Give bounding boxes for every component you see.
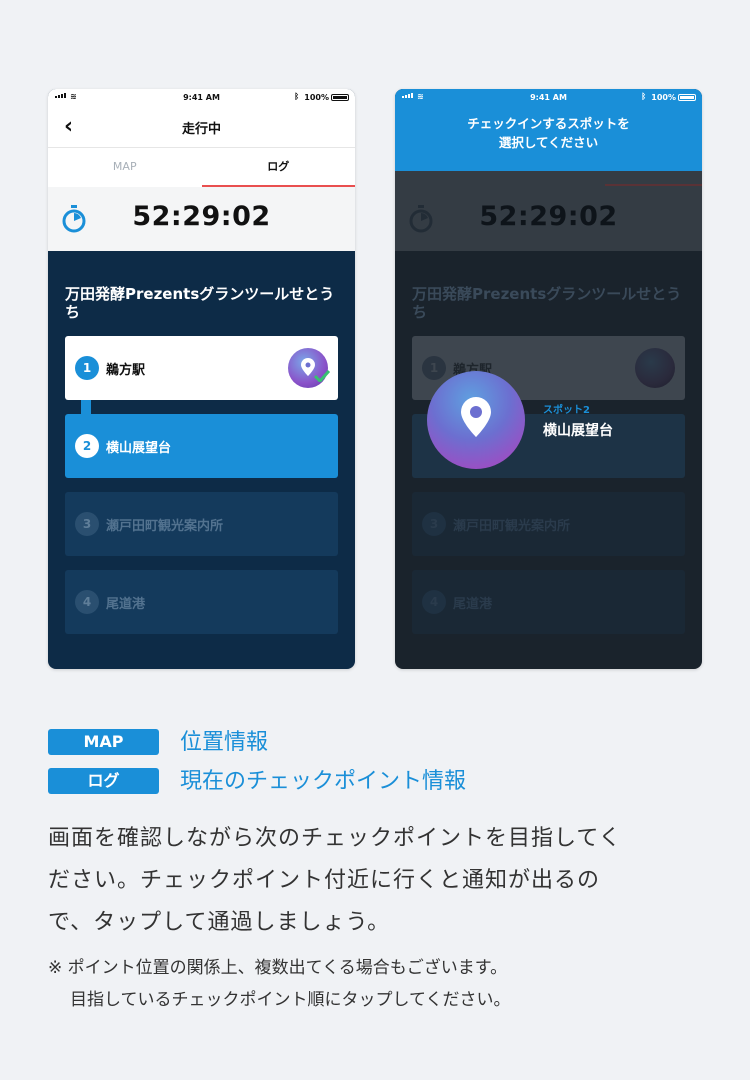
- spot-number: 4: [75, 590, 99, 614]
- elapsed-timer: 52:29:02: [479, 201, 618, 232]
- map-pin-icon: [461, 397, 491, 437]
- status-bar: ≋ 9:41 AM ᛒ 100%: [48, 89, 355, 106]
- spot-number: 2: [75, 434, 99, 458]
- spot-number: 3: [75, 512, 99, 536]
- spot-name: 鵜方駅: [106, 363, 146, 378]
- header: ‹ 走行中: [48, 106, 355, 147]
- dimmed-timer-row: 52:29:02: [395, 171, 702, 251]
- course-title: 万田発酵Prezentsグランツールせとうち: [65, 285, 335, 321]
- battery-percent: 100%: [651, 93, 676, 102]
- tab-log[interactable]: ログ: [201, 148, 355, 187]
- checkin-spot-button[interactable]: [427, 371, 525, 469]
- battery-icon: [331, 94, 349, 101]
- status-bar: ≋ 9:41 AM ᛒ 100%: [395, 89, 702, 106]
- tab-map[interactable]: MAP: [48, 148, 202, 187]
- spot-name: 瀬戸田町観光案内所: [106, 519, 224, 534]
- popup-spot-name: 横山展望台: [543, 423, 613, 439]
- spot-item-3: 3 瀬戸田町観光案内所: [412, 492, 685, 556]
- legend-description: 位置情報: [180, 730, 269, 755]
- phone-screen-log: ≋ 9:41 AM ᛒ 100% ‹ 走行中 MAP ログ 52:29:02 万…: [48, 89, 355, 669]
- spot-item-3[interactable]: 3 瀬戸田町観光案内所: [65, 492, 338, 556]
- instruction-text: 画面を確認しながら次のチェックポイントを目指してく ださい。チェックポイント付近…: [48, 826, 622, 935]
- spot-number: 4: [422, 590, 446, 614]
- legend-tag: ログ: [48, 768, 159, 794]
- spot-item-2[interactable]: 2 横山展望台: [65, 414, 338, 478]
- spot-number: 1: [75, 356, 99, 380]
- checkin-banner: ≋ 9:41 AM ᛒ 100% チェックインするスポットを 選択してください: [395, 89, 702, 171]
- checkmark-icon: [314, 370, 330, 382]
- tab-bar: MAP ログ: [48, 147, 355, 187]
- bluetooth-icon: ᛒ: [294, 92, 299, 101]
- page-title: 走行中: [181, 122, 221, 137]
- spot-name: 尾道港: [106, 597, 146, 612]
- spot-number: 1: [422, 356, 446, 380]
- checkin-message: チェックインするスポットを 選択してください: [467, 116, 630, 150]
- map-pin-icon: [301, 358, 315, 376]
- phone-screen-checkin: ≋ 9:41 AM ᛒ 100% チェックインするスポットを 選択してください …: [395, 89, 702, 669]
- course-title: 万田発酵Prezentsグランツールせとうち: [412, 285, 682, 321]
- bluetooth-icon: ᛒ: [641, 92, 646, 101]
- legend-description: 現在のチェックポイント情報: [180, 769, 467, 794]
- timer-row: 52:29:02: [48, 187, 355, 251]
- spot-item-4: 4 尾道港: [412, 570, 685, 634]
- spot-name: 尾道港: [453, 597, 493, 612]
- spot-name: 瀬戸田町観光案内所: [453, 519, 571, 534]
- tab-underline: [605, 184, 702, 186]
- spot-item-1[interactable]: 1 鵜方駅: [65, 336, 338, 400]
- battery-percent: 100%: [304, 93, 329, 102]
- spot-thumbnail: [635, 348, 675, 388]
- spot-number: 3: [422, 512, 446, 536]
- footnote: ※ ポイント位置の関係上、複数出てくる場合もございます。 目指しているチェックポ…: [48, 958, 511, 1010]
- popup-spot-label: スポット2: [543, 405, 590, 416]
- elapsed-timer: 52:29:02: [132, 201, 271, 232]
- spot-item-4[interactable]: 4 尾道港: [65, 570, 338, 634]
- spot-name: 横山展望台: [106, 441, 172, 456]
- legend-tag: MAP: [48, 729, 159, 755]
- spot-thumbnail: [288, 348, 330, 388]
- battery-icon: [678, 94, 696, 101]
